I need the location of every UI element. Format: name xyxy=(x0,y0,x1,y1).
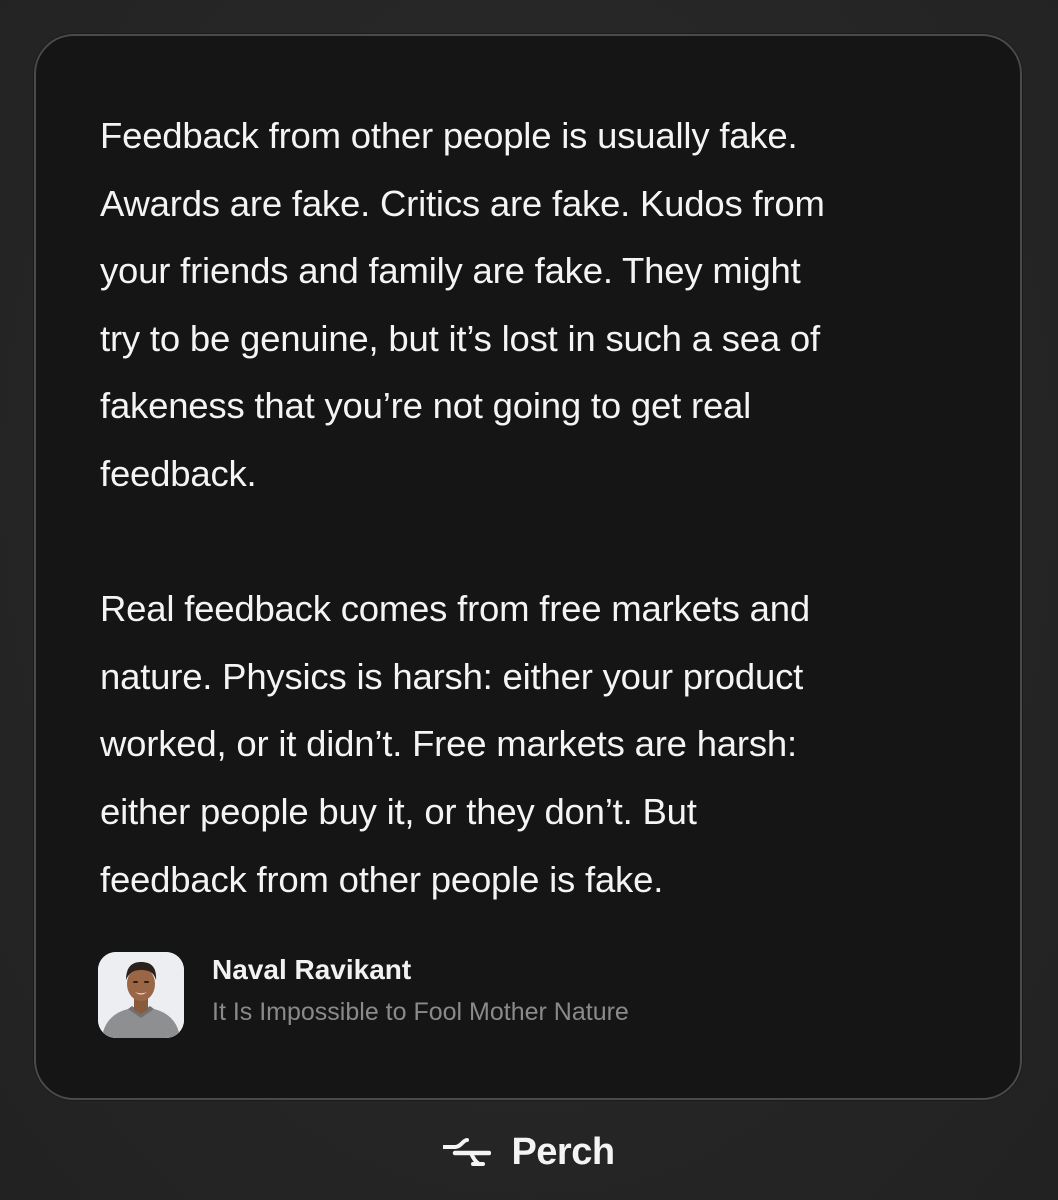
quote-paragraph-1: Feedback from other people is usually fa… xyxy=(100,115,825,494)
author-avatar xyxy=(98,952,184,1038)
brand-name: Perch xyxy=(511,1130,615,1173)
attribution-meta: Naval Ravikant It Is Impossible to Fool … xyxy=(212,950,629,1034)
author-name: Naval Ravikant xyxy=(212,954,412,985)
brand-lockup: Perch xyxy=(443,1130,615,1174)
avatar-portrait-icon xyxy=(98,952,184,1038)
brand-footer: Perch xyxy=(0,1124,1058,1180)
quote-paragraph-2: Real feedback comes from free markets an… xyxy=(100,588,810,900)
source-title: It Is Impossible to Fool Mother Nature xyxy=(212,998,629,1026)
attribution: Naval Ravikant It Is Impossible to Fool … xyxy=(98,950,629,1040)
quote-text: Feedback from other people is usually fa… xyxy=(100,102,980,913)
perch-logo-icon xyxy=(443,1137,492,1167)
quote-card: Feedback from other people is usually fa… xyxy=(34,34,1022,1100)
